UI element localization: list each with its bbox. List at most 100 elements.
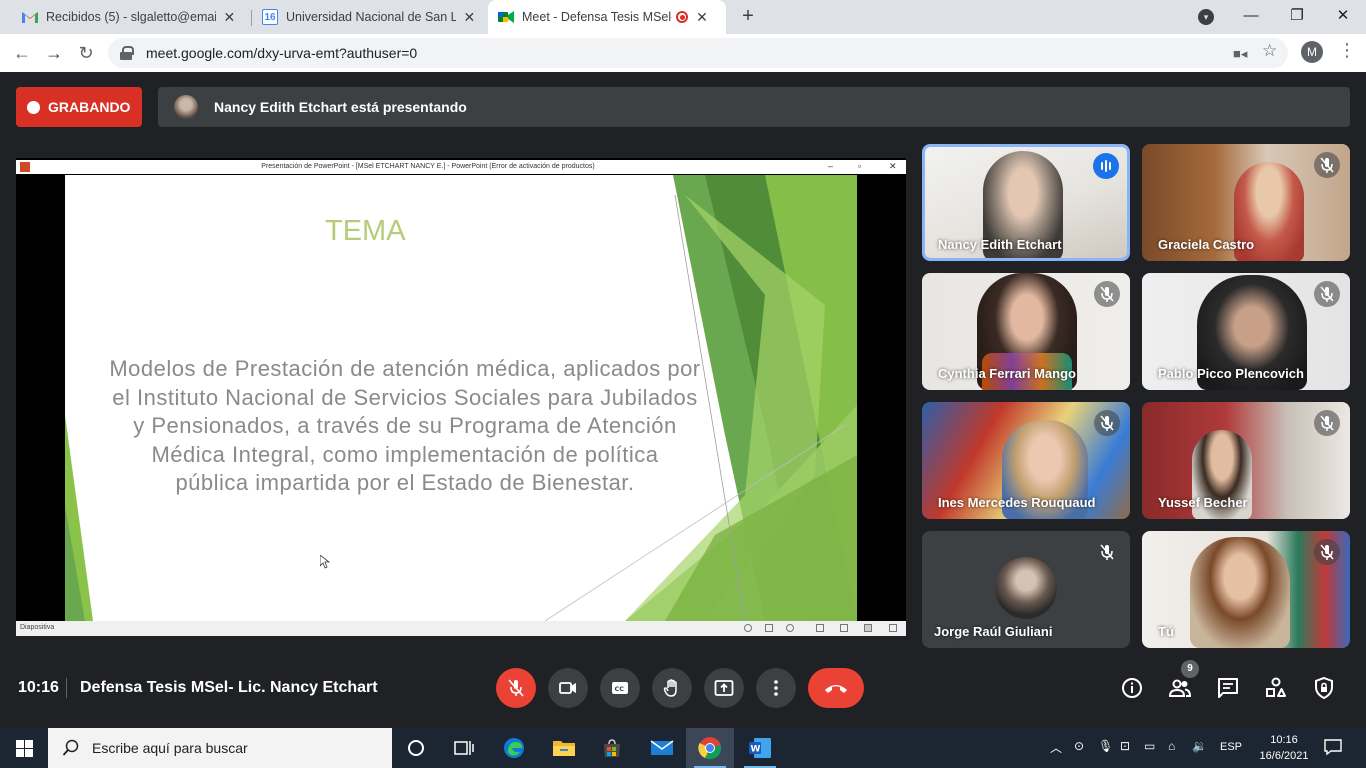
presentation-view[interactable]: Presentación de PowerPoint - [MSel ETCHA…	[16, 158, 906, 636]
restore-icon[interactable]: ❐	[1282, 4, 1312, 28]
camera-permission-icon[interactable]: ■◂	[1233, 46, 1247, 62]
tray-time-text: 10:16	[1270, 734, 1298, 746]
minimize-icon[interactable]: —	[1236, 4, 1266, 28]
participant-tile[interactable]: Cynthia Ferrari Mango	[922, 273, 1130, 390]
participants-button[interactable]	[1168, 676, 1192, 700]
tray-volume-icon[interactable]: 🔉	[1192, 739, 1207, 753]
chrome-icon	[698, 737, 721, 760]
tab-universidad[interactable]: 16 Universidad Nacional de San Luis ✕	[252, 0, 487, 34]
participant-name: Jorge Raúl Giuliani	[934, 624, 1053, 639]
presenter-avatar	[174, 95, 198, 119]
ppt-view-icon	[889, 624, 897, 632]
reload-icon[interactable]: ↻	[74, 41, 98, 65]
raise-hand-button[interactable]	[652, 668, 692, 708]
edge-icon	[504, 738, 524, 758]
bookmark-star-icon[interactable]: ☆	[1262, 41, 1277, 61]
leave-call-button[interactable]	[808, 668, 864, 708]
tray-clock[interactable]: 10:16 16/6/2021	[1258, 732, 1310, 764]
word-icon: W	[749, 738, 771, 758]
cortana-button[interactable]	[392, 728, 440, 768]
tab-meet[interactable]: Meet - Defensa Tesis MSel- L ✕	[488, 0, 726, 34]
notifications-icon[interactable]	[1324, 738, 1342, 756]
participant-tile[interactable]: Nancy Edith Etchart	[922, 144, 1130, 261]
taskbar-chrome[interactable]	[686, 728, 734, 768]
tray-mic-icon[interactable]: 🎙	[1098, 739, 1113, 753]
host-controls-button[interactable]	[1312, 676, 1336, 700]
forward-icon[interactable]: →	[42, 41, 66, 65]
taskbar-store[interactable]	[588, 728, 636, 768]
meeting-controls-bar: 10:16 Defensa Tesis MSel- Lic. Nancy Etc…	[0, 648, 1366, 728]
present-now-button[interactable]	[704, 668, 744, 708]
tray-meet-now-icon[interactable]: ⊙	[1074, 739, 1084, 753]
tab-strip: Recibidos (5) - slgaletto@email.u ✕ 16 U…	[0, 0, 1366, 34]
lock-icon[interactable]	[120, 46, 134, 60]
mic-off-icon	[1094, 410, 1120, 436]
presenting-banner: Nancy Edith Etchart está presentando	[158, 87, 1350, 127]
ppt-nav-icon	[786, 624, 794, 632]
profile-avatar[interactable]: M	[1301, 41, 1323, 63]
ppt-view-icon	[840, 624, 848, 632]
close-icon[interactable]: ✕	[222, 9, 237, 26]
captions-button[interactable]: CC	[600, 668, 640, 708]
participant-tile[interactable]: Ines Mercedes Rouquaud	[922, 402, 1130, 519]
participant-name: Cynthia Ferrari Mango	[938, 366, 1076, 381]
taskbar-file-explorer[interactable]	[540, 728, 588, 768]
slide-body-line: el Instituto Nacional de Servicios Socia…	[112, 384, 698, 410]
address-bar[interactable]: meet.google.com/dxy-urva-emt?authuser=0	[108, 38, 1288, 68]
participant-tile[interactable]: Yussef Becher	[1142, 402, 1350, 519]
close-icon[interactable]: ✕	[462, 9, 477, 26]
recording-badge[interactable]: GRABANDO	[16, 87, 142, 127]
participant-tile-self[interactable]: Tú	[1142, 531, 1350, 648]
powerpoint-titlebar: Presentación de PowerPoint - [MSel ETCHA…	[16, 160, 906, 174]
close-window-icon[interactable]: ✕	[1328, 4, 1358, 28]
activities-icon	[1266, 677, 1286, 697]
participant-name: Nancy Edith Etchart	[938, 237, 1062, 252]
activities-button[interactable]	[1264, 676, 1288, 700]
svg-text:W: W	[751, 745, 761, 755]
slide-body: Modelos de Prestación de atención médica…	[95, 355, 715, 498]
more-options-button[interactable]	[756, 668, 796, 708]
gmail-icon	[22, 9, 38, 25]
tab-search-icon[interactable]: ▾	[1198, 9, 1214, 25]
participant-name: Graciela Castro	[1158, 237, 1255, 252]
task-view-button[interactable]	[440, 728, 488, 768]
slide-body-line: pública impartida por el Estado de Biene…	[175, 470, 635, 495]
browser-menu-icon[interactable]: ⋮	[1338, 40, 1356, 61]
tray-language[interactable]: ESP	[1220, 741, 1242, 753]
participant-tile[interactable]: Pablo Picco Plencovich	[1142, 273, 1350, 390]
ppt-minimize-icon: –	[828, 161, 834, 171]
chat-button[interactable]	[1216, 676, 1240, 700]
present-icon	[714, 680, 734, 696]
status-label: Diapositiva	[20, 624, 55, 631]
taskbar-search[interactable]: Escribe aquí para buscar	[48, 728, 392, 768]
mic-toggle-button[interactable]	[496, 668, 536, 708]
hand-icon	[663, 679, 677, 697]
tray-wifi-icon[interactable]: ⌂	[1168, 739, 1175, 753]
ppt-restore-icon: ▫	[858, 161, 862, 171]
mail-icon	[650, 740, 674, 755]
tab-title: Recibidos (5) - slgaletto@email.u	[46, 10, 216, 24]
tray-battery-icon[interactable]: ▭	[1144, 739, 1155, 753]
tray-network-icon[interactable]: ⊡	[1120, 739, 1130, 753]
tab-gmail[interactable]: Recibidos (5) - slgaletto@email.u ✕	[12, 0, 247, 34]
browser-chrome: Recibidos (5) - slgaletto@email.u ✕ 16 U…	[0, 0, 1366, 72]
participant-tile[interactable]: Graciela Castro	[1142, 144, 1350, 261]
taskbar-edge[interactable]	[490, 728, 538, 768]
camera-toggle-button[interactable]	[548, 668, 588, 708]
participant-count-badge: 9	[1181, 660, 1199, 678]
close-icon[interactable]: ✕	[694, 9, 710, 26]
taskbar-mail[interactable]	[638, 728, 686, 768]
new-tab-button[interactable]: +	[737, 5, 759, 27]
meeting-details-button[interactable]	[1120, 676, 1144, 700]
tab-title: Meet - Defensa Tesis MSel- L	[522, 10, 672, 24]
participant-tile[interactable]: Jorge Raúl Giuliani	[922, 531, 1130, 648]
back-icon[interactable]: ←	[10, 41, 34, 65]
start-button[interactable]	[0, 728, 48, 768]
ppt-nav-icon	[744, 624, 752, 632]
avatar	[995, 557, 1057, 619]
tray-chevron-icon[interactable]: ︿	[1050, 739, 1062, 756]
taskbar-word[interactable]: W	[736, 728, 784, 768]
powerpoint-window-title: Presentación de PowerPoint - [MSel ETCHA…	[261, 163, 595, 170]
tray-date-text: 16/6/2021	[1259, 750, 1309, 762]
meet-icon	[498, 9, 514, 25]
